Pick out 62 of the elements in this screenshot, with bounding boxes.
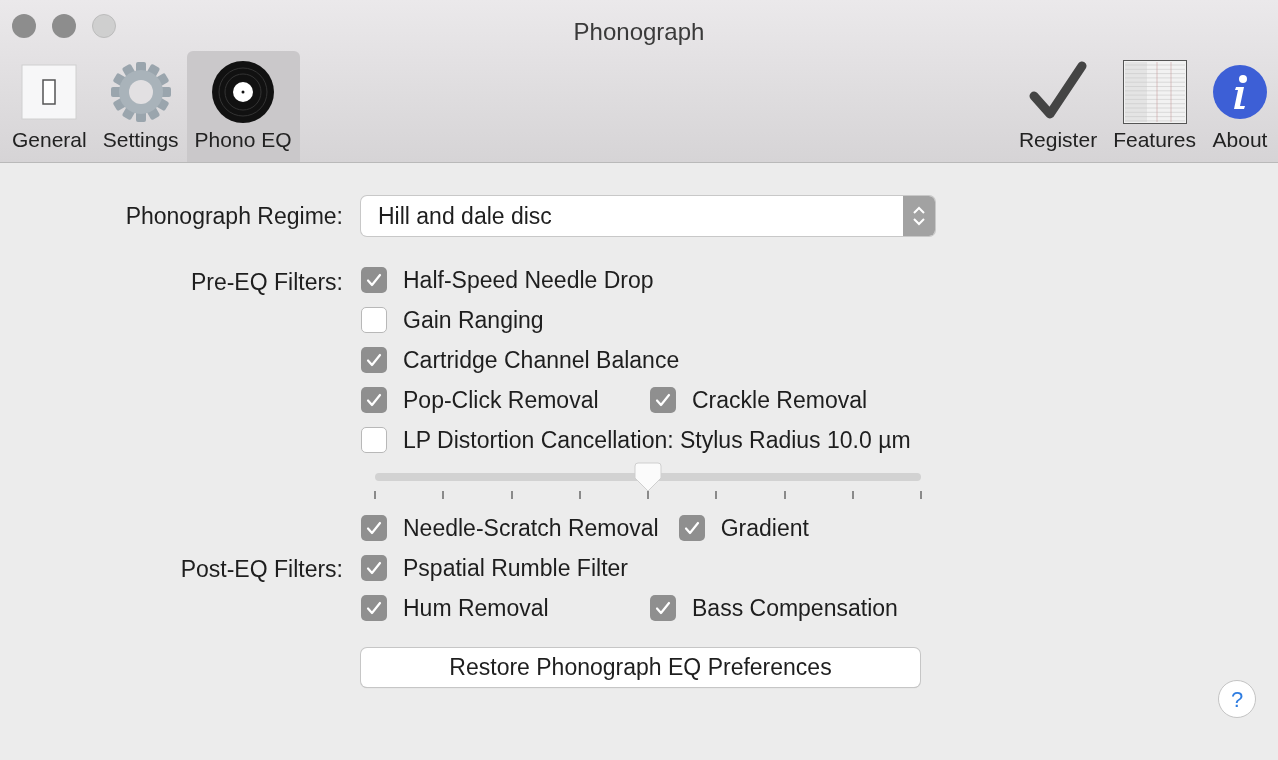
toolbar-tab[interactable]: General <box>4 51 95 162</box>
checkbox-label: Pspatial Rumble Filter <box>403 553 628 583</box>
checkbox[interactable] <box>650 387 676 413</box>
checkbox[interactable] <box>361 307 387 333</box>
form-label: Pre-EQ Filters: <box>190 268 343 297</box>
toolbar-tab[interactable]: Register <box>1010 51 1106 162</box>
checkbox-label: Bass Compensation <box>692 593 898 623</box>
help-button[interactable]: ? <box>1218 680 1256 718</box>
checkmark-icon <box>366 560 382 576</box>
checkbox-label: LP Distortion Cancellation: Stylus Radius 10.0 µm <box>403 425 911 455</box>
checkbox[interactable] <box>678 515 705 541</box>
checkbox[interactable] <box>650 595 676 621</box>
checkbox[interactable] <box>361 267 387 293</box>
checkmark-icon <box>366 520 382 536</box>
slider-tick <box>578 491 581 499</box>
checkmark-icon <box>366 392 382 408</box>
checkbox[interactable] <box>361 427 387 453</box>
slider-tick <box>851 491 854 499</box>
window-minimize-button[interactable] <box>52 13 76 38</box>
checkbox[interactable] <box>361 555 387 581</box>
checkbox-label: Crackle Removal <box>692 385 868 415</box>
checkbox-label: Cartridge Channel Balance <box>403 345 680 375</box>
checkmark-icon <box>655 600 671 616</box>
checkmark-icon <box>366 600 382 616</box>
window-title: Phonograph <box>573 17 705 47</box>
checkbox[interactable] <box>361 515 387 541</box>
slider-tick <box>783 491 786 499</box>
checkbox-label: Gain Ranging <box>403 305 544 335</box>
checkmark-icon <box>366 272 382 288</box>
slider-tick <box>647 491 649 499</box>
switch-icon <box>21 64 78 120</box>
info-icon <box>1212 64 1268 120</box>
toolbar-tab[interactable]: Phono EQ <box>186 51 300 162</box>
checkbox[interactable] <box>361 595 387 621</box>
slider-tick <box>920 491 922 499</box>
checkbox[interactable] <box>361 347 387 373</box>
checkbox-label: Pop-Click Removal <box>403 385 599 415</box>
slider-tick <box>715 491 718 499</box>
form-label: Post-EQ Filters: <box>180 554 343 584</box>
toolbar-tab[interactable]: Features <box>1105 51 1204 162</box>
slider-tick <box>510 491 513 499</box>
slider-tick <box>374 491 376 499</box>
checkbox-label: Hum Removal <box>403 593 549 623</box>
slider-thumb[interactable] <box>634 462 662 492</box>
checkbox-label: Half-Speed Needle Drop <box>403 265 654 295</box>
vinyl-record-icon <box>211 60 276 124</box>
checkmark-icon <box>683 520 700 536</box>
toolbar-tab[interactable]: About <box>1204 51 1276 162</box>
gear-icon <box>108 60 173 124</box>
toolbar-tab[interactable]: Settings <box>94 51 187 162</box>
window-close-button[interactable] <box>12 13 36 38</box>
checkbox-label: Needle-Scratch Removal <box>403 513 659 543</box>
stepper-icon <box>903 196 935 236</box>
checkmark-icon <box>655 392 671 408</box>
slider-tick <box>442 491 445 499</box>
checkbox-label: Gradient <box>720 513 809 543</box>
checkmark-icon <box>366 352 382 368</box>
spreadsheet-icon <box>1122 60 1187 124</box>
form-label: Phonograph Regime: <box>124 201 343 231</box>
regime-dropdown[interactable]: Hill and dale disc <box>361 196 935 236</box>
restore-button[interactable]: Restore Phonograph EQ Preferences <box>361 648 920 687</box>
checkbox[interactable] <box>361 387 387 413</box>
